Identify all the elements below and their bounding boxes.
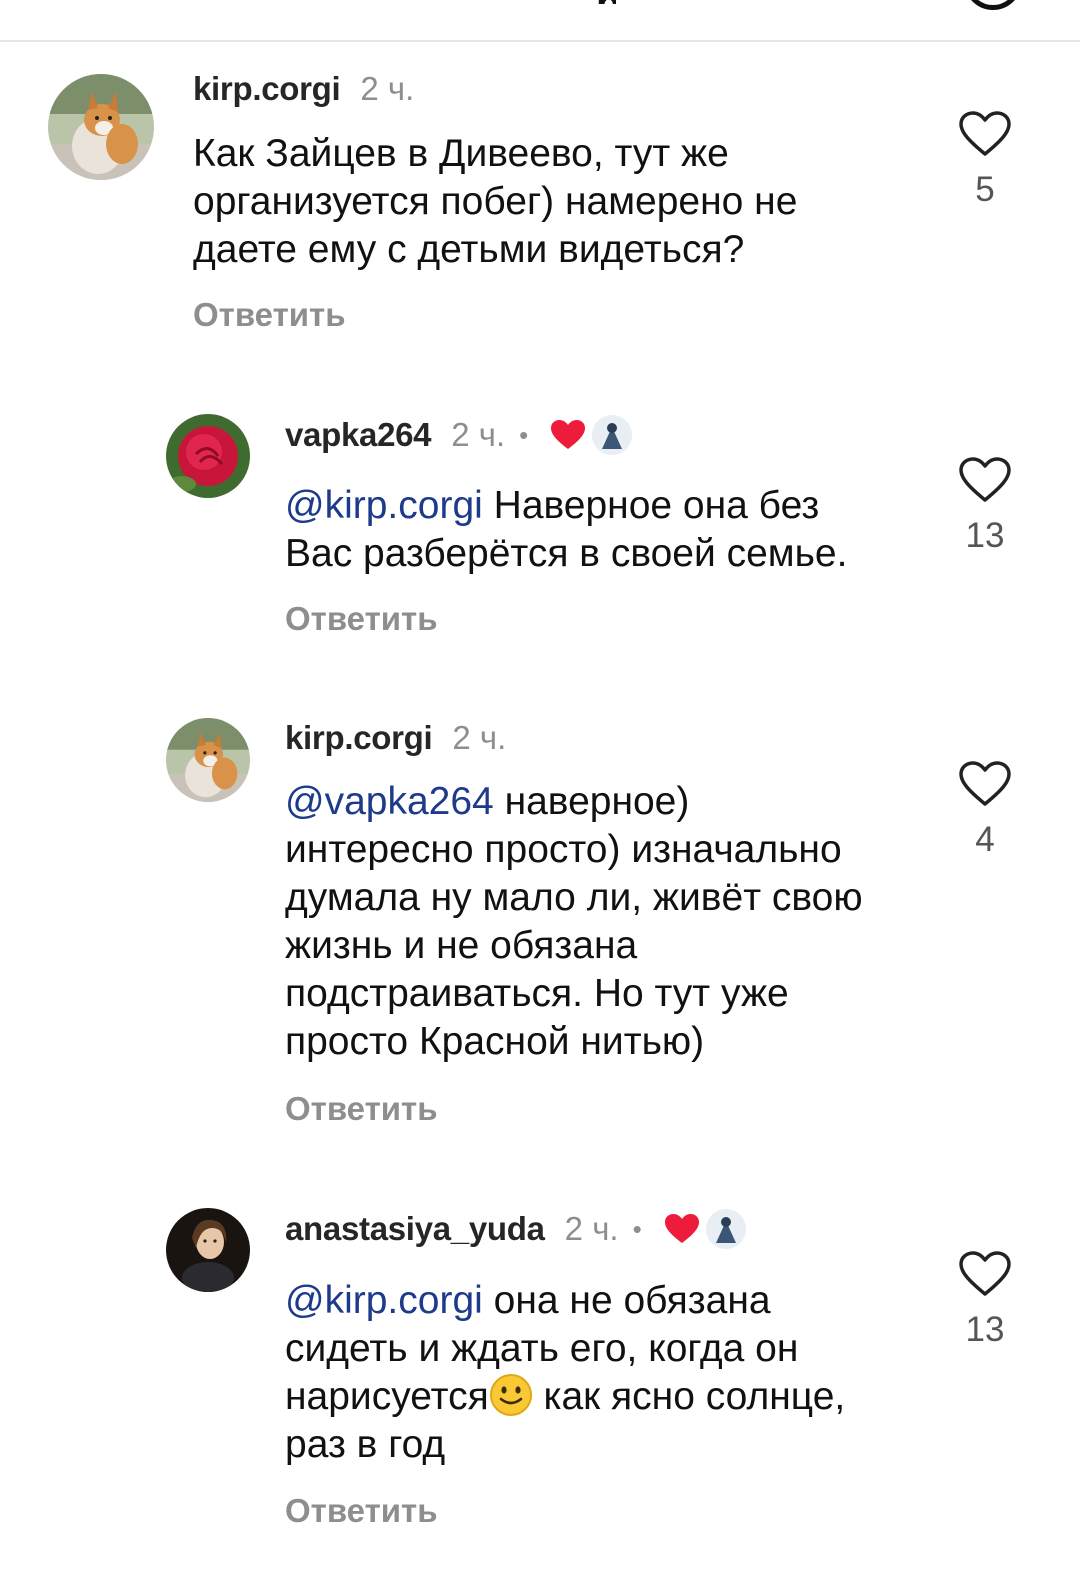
- like-column: 5: [958, 110, 1012, 210]
- author-avatar-icon: [705, 1209, 746, 1249]
- timestamp: 2 ч.: [451, 416, 506, 453]
- comment-line: даете ему с детьми видеться?: [193, 228, 745, 271]
- like-column: 13: [958, 1250, 1012, 1350]
- timestamp: 2 ч.: [564, 1210, 619, 1247]
- heart-outline-icon[interactable]: [958, 110, 1012, 158]
- comment-line: просто Красной нитью): [285, 1020, 705, 1063]
- comment-line: интересно просто) изначально: [285, 828, 842, 871]
- comments-header: р: [0, 0, 1080, 42]
- reply-button[interactable]: Ответить: [285, 1492, 438, 1530]
- comment-line-text: она не обязана: [482, 1279, 771, 1322]
- corgi-avatar[interactable]: [166, 718, 250, 802]
- reply-button[interactable]: Ответить: [285, 600, 438, 638]
- timestamp: 2 ч.: [452, 719, 507, 756]
- like-count: 4: [975, 820, 995, 859]
- username[interactable]: anastasiya_yuda: [285, 1210, 545, 1248]
- comment-header: kirp.corgi 2 ч.: [285, 719, 506, 757]
- comment-text: @kirp.corgi Наверное она без Вас разберё…: [285, 482, 985, 578]
- separator-dot: •: [632, 1213, 642, 1244]
- comment-line: Как Зайцев в Дивеево, тут же: [193, 132, 729, 175]
- comment-line: сидеть и ждать его, когда он: [285, 1327, 799, 1370]
- heart-outline-icon[interactable]: [958, 456, 1012, 504]
- reply-button[interactable]: Ответить: [193, 296, 346, 334]
- author-liked-heart-icon: [664, 1214, 699, 1243]
- comment-line-text: как ясно солнце,: [532, 1375, 846, 1418]
- comment-text: @kirp.corgi она не обязана сидеть и ждат…: [285, 1277, 985, 1469]
- comment-line: нарисуется как ясно солнце,: [285, 1373, 985, 1421]
- comment-line: @kirp.corgi Наверное она без: [285, 482, 985, 530]
- comment-line-text: наверное): [493, 780, 690, 823]
- heart-outline-icon[interactable]: [958, 760, 1012, 808]
- like-count: 13: [965, 516, 1005, 555]
- comment-header: anastasiya_yuda 2 ч. •: [285, 1209, 746, 1249]
- like-column: 4: [958, 760, 1012, 860]
- username[interactable]: vapka264: [285, 416, 432, 454]
- comment-line: организуется побег) намерено не: [193, 180, 798, 223]
- comment-text: @vapka264 наверное) интересно просто) из…: [285, 778, 985, 1066]
- comments-screen: р kirp.corgi 2 ч. Как Зайцев: [0, 0, 1080, 1587]
- rose-avatar[interactable]: [166, 414, 250, 498]
- username[interactable]: kirp.corgi: [193, 70, 341, 108]
- comment-line: @kirp.corgi она не обязана: [285, 1277, 985, 1325]
- comment-line: @vapka264 наверное): [285, 778, 985, 826]
- slightly-smiling-face-icon: [489, 1374, 532, 1416]
- comment-header: vapka264 2 ч. •: [285, 415, 633, 455]
- mention-link[interactable]: @vapka264: [285, 780, 494, 823]
- author-avatar-icon: [592, 415, 633, 455]
- comment-header: kirp.corgi 2 ч.: [193, 70, 414, 108]
- mention-link[interactable]: @kirp.corgi: [285, 1279, 483, 1322]
- comment-line: Вас разберётся в своей семье.: [285, 532, 848, 575]
- like-count: 5: [975, 170, 995, 209]
- mention-link[interactable]: @kirp.corgi: [285, 484, 483, 527]
- header-title: р: [596, 0, 616, 4]
- comment-line: подстраиваться. Но тут уже: [285, 972, 789, 1015]
- comment-line-text: нарисуется: [285, 1375, 489, 1418]
- timestamp: 2 ч.: [360, 70, 415, 107]
- comment-line: раз в год: [285, 1423, 446, 1466]
- username[interactable]: kirp.corgi: [285, 719, 433, 757]
- share-icon[interactable]: [964, 0, 1022, 10]
- comment-line-text: Наверное она без: [482, 484, 820, 527]
- reply-button[interactable]: Ответить: [285, 1090, 438, 1128]
- like-column: 13: [958, 456, 1012, 556]
- corgi-avatar[interactable]: [48, 74, 154, 180]
- separator-dot: •: [519, 419, 529, 450]
- heart-outline-icon[interactable]: [958, 1250, 1012, 1298]
- author-liked-heart-icon: [551, 420, 586, 449]
- comment-text: Как Зайцев в Дивеево, тут же организуетс…: [193, 130, 893, 274]
- woman-avatar[interactable]: [166, 1208, 250, 1292]
- like-count: 13: [965, 1310, 1005, 1349]
- comment-line: жизнь и не обязана: [285, 924, 638, 967]
- comment-line: думала ну мало ли, живёт свою: [285, 876, 863, 919]
